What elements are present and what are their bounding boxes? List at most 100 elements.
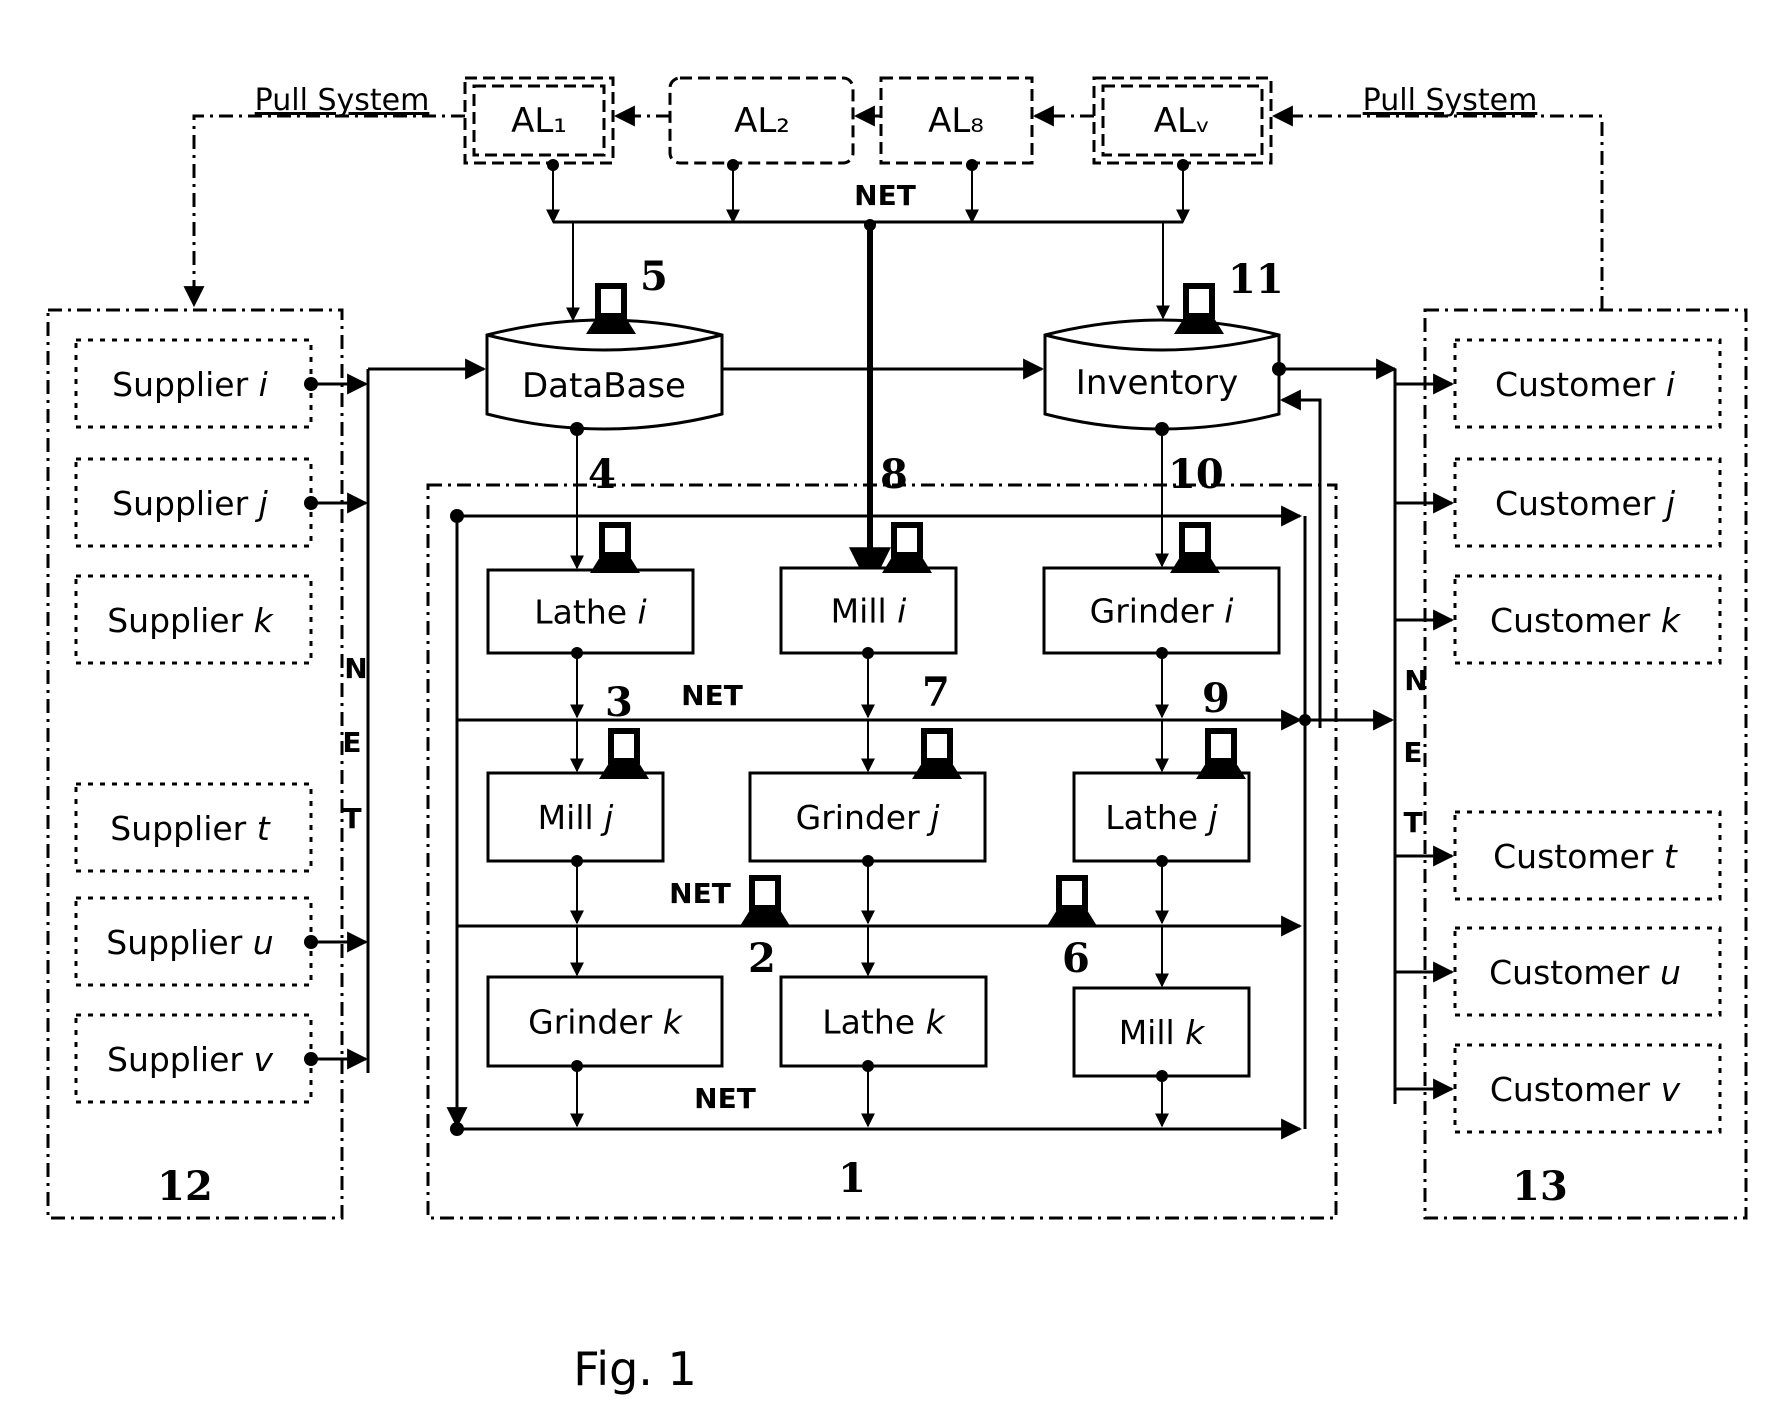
machine-label: Mill j <box>538 798 614 837</box>
customer-label-index: v <box>1661 1070 1681 1109</box>
machine-label: Mill i <box>831 592 907 631</box>
machine-box[interactable]: Mill j <box>486 771 665 977</box>
customer-box[interactable]: Customer k <box>1395 574 1722 665</box>
net-label-row3: NET <box>694 1082 756 1115</box>
customer-label-index: k <box>1661 601 1682 640</box>
customer-label-name: Customer <box>1495 365 1656 404</box>
computer-number-8: 8 <box>880 451 908 498</box>
customer-box[interactable]: Customer j <box>1395 457 1722 548</box>
customer-label: Customer u <box>1489 953 1681 992</box>
supplier-net-e: E <box>342 726 361 759</box>
supplier-group: 12 <box>46 308 344 1220</box>
machine-label-name: Grinder <box>1090 592 1214 631</box>
computer-number-5: 5 <box>640 253 668 300</box>
machine-box[interactable]: Grinder j <box>748 771 987 977</box>
supplier-net-bus: N E T <box>342 369 370 1073</box>
machine-label-index: k <box>926 1003 947 1042</box>
alv-label: ALᵥ <box>1154 101 1210 141</box>
al2-label: AL₂ <box>734 101 790 141</box>
computer-icon-8 <box>882 525 932 573</box>
machine-label-index: i <box>638 593 647 632</box>
supplier-label-name: Supplier <box>106 923 242 962</box>
machine-label-name: Lathe <box>822 1003 915 1042</box>
supplier-box[interactable]: Supplier i <box>74 338 369 429</box>
net-label-row2: NET <box>669 877 731 910</box>
supplier-label: Supplier u <box>106 923 273 962</box>
customer-box[interactable]: Customer t <box>1395 810 1722 901</box>
supplier-label-index: t <box>257 809 271 848</box>
customer-net-e: E <box>1403 736 1422 769</box>
pull-system-right: Pull System <box>1271 83 1604 310</box>
customer-label-index: t <box>1664 837 1678 876</box>
computer-icon-4 <box>590 525 640 573</box>
supplier-label-name: Supplier <box>110 809 246 848</box>
supplier-label: Supplier v <box>107 1040 273 1079</box>
machine-label: Lathe i <box>534 593 646 632</box>
customer-label-name: Customer <box>1490 601 1651 640</box>
supplier-label-name: Supplier <box>112 365 248 404</box>
customer-net-bus: N E T <box>1393 369 1428 1104</box>
customer-box[interactable]: Customer v <box>1395 1043 1722 1134</box>
supplier-label-index: v <box>253 1040 273 1079</box>
machine-label-name: Lathe <box>1105 798 1198 837</box>
customer-net-n: N <box>1404 664 1427 697</box>
machine-label-index: j <box>926 798 940 837</box>
machine-label: Mill k <box>1119 1013 1206 1052</box>
computer-number-7: 7 <box>922 669 950 716</box>
computer-icon-5 <box>586 286 636 334</box>
inventory-label: Inventory <box>1076 363 1238 403</box>
machine-label-index: k <box>1185 1013 1206 1052</box>
machine-box[interactable]: Lathe i <box>486 568 695 773</box>
machine-label-name: Mill <box>538 798 594 837</box>
supplier-label-index: i <box>259 365 268 404</box>
supplier-box[interactable]: Supplier u <box>74 896 369 987</box>
figure-caption: Fig. 1 <box>573 1342 697 1396</box>
top-net-label: NET <box>854 179 916 212</box>
al1-label: AL₁ <box>511 101 567 141</box>
assembly-line-alv: ALᵥ <box>1092 76 1273 165</box>
machine-box[interactable]: Lathe k <box>779 975 988 1128</box>
supplier-label-index: u <box>253 923 274 962</box>
supplier-box[interactable]: Supplier k <box>74 574 313 665</box>
customer-label-name: Customer <box>1495 484 1656 523</box>
machine-label: Lathe j <box>1105 798 1218 837</box>
database-cylinder: DataBase <box>485 318 724 436</box>
customer-label: Customer v <box>1490 1070 1681 1109</box>
computer-icon-7 <box>912 731 962 779</box>
supplier-label: Supplier k <box>107 601 274 640</box>
machine-box[interactable]: Mill k <box>1072 986 1251 1128</box>
machine-label-index: i <box>897 592 906 631</box>
machine-label-name: Grinder <box>528 1003 652 1042</box>
customer-box[interactable]: Customer i <box>1395 338 1722 429</box>
database-label: DataBase <box>522 366 686 406</box>
machine-label-index: j <box>1205 798 1219 837</box>
pull-system-left-label: Pull System <box>255 83 430 118</box>
supplier-label-index: k <box>254 601 275 640</box>
computer-number-6: 6 <box>1062 935 1090 982</box>
machine-label: Lathe k <box>822 1003 946 1042</box>
computer-icon-3 <box>599 731 649 779</box>
machine-box[interactable]: Grinder k <box>486 975 724 1128</box>
machine-label: Grinder k <box>528 1003 684 1042</box>
pull-system-right-label: Pull System <box>1363 83 1538 118</box>
supplier-box[interactable]: Supplier j <box>74 457 369 548</box>
supplier-label-name: Supplier <box>112 484 248 523</box>
supplier-box[interactable]: Supplier t <box>74 782 313 873</box>
machine-label-index: i <box>1224 592 1233 631</box>
customer-label-name: Customer <box>1493 837 1654 876</box>
customer-group-number: 13 <box>1512 1163 1568 1210</box>
customer-label-index: u <box>1660 953 1681 992</box>
machine-label-index: j <box>600 798 614 837</box>
computer-number-4: 4 <box>588 451 616 498</box>
computer-number-3: 3 <box>605 679 633 726</box>
computer-number-11: 11 <box>1228 256 1284 303</box>
customer-box[interactable]: Customer u <box>1395 926 1722 1017</box>
supplier-box[interactable]: Supplier v <box>74 1013 369 1104</box>
customer-label-name: Customer <box>1490 1070 1651 1109</box>
machine-box[interactable]: Lathe j <box>1072 771 1251 988</box>
machine-box[interactable]: Grinder i <box>1042 566 1281 773</box>
customer-net-t: T <box>1403 806 1422 839</box>
al8-label: AL₈ <box>928 101 984 141</box>
assembly-line-al1: AL₁ <box>463 76 615 165</box>
machine-label: Grinder i <box>1090 592 1234 631</box>
